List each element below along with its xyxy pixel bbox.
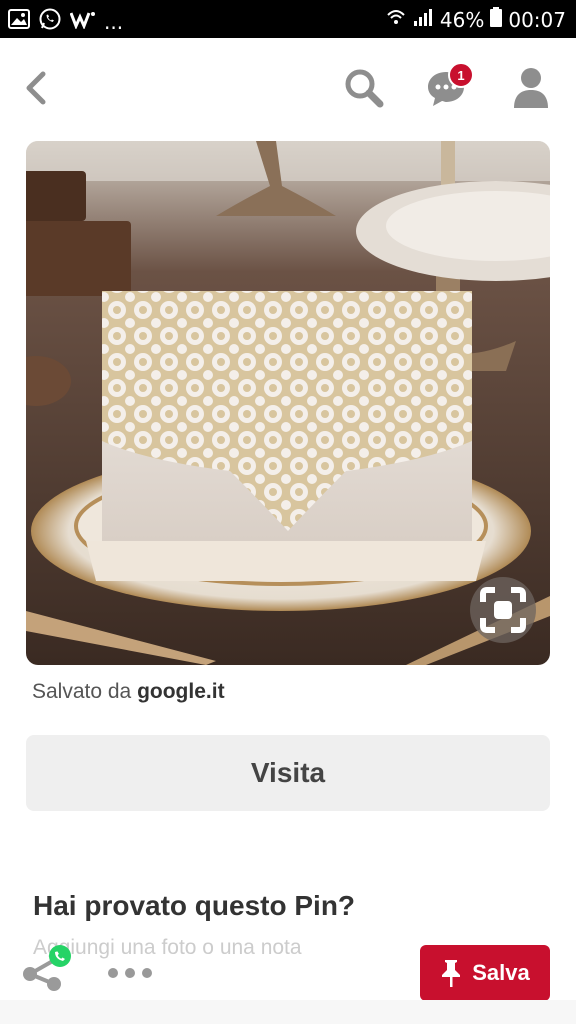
top-navigation: 1 xyxy=(0,38,576,138)
source-domain-link[interactable]: google.it xyxy=(137,680,225,703)
more-options-button[interactable] xyxy=(108,960,152,986)
whatsapp-notification-icon xyxy=(38,7,62,36)
tried-pin-heading: Hai provato questo Pin? xyxy=(33,890,356,921)
more-dot-icon xyxy=(108,968,118,978)
more-dot-icon xyxy=(142,968,152,978)
bottom-fade xyxy=(0,1000,576,1024)
visual-search-button[interactable] xyxy=(470,577,536,643)
search-button[interactable] xyxy=(342,66,386,110)
messages-count-badge: 1 xyxy=(448,62,474,88)
profile-button[interactable] xyxy=(509,66,553,110)
status-bar: ... 46% 00:07 xyxy=(0,0,576,38)
pin-icon xyxy=(442,960,461,987)
battery-icon xyxy=(490,7,503,32)
app-w-notification-icon xyxy=(69,9,96,34)
share-button[interactable] xyxy=(20,944,80,996)
wifi-icon xyxy=(386,7,406,32)
search-icon xyxy=(345,69,384,108)
pin-image[interactable] xyxy=(26,141,550,665)
saved-from-source: Salvato da google.it xyxy=(32,680,225,704)
user-icon xyxy=(514,68,548,108)
clock: 00:07 xyxy=(508,7,566,32)
back-button[interactable] xyxy=(14,66,58,110)
more-notifications-text: ... xyxy=(104,9,124,34)
more-dot-icon xyxy=(125,968,135,978)
wedding-invitation-photo xyxy=(26,141,550,665)
save-button[interactable]: Salva xyxy=(420,945,550,1001)
save-button-label: Salva xyxy=(472,960,530,985)
share-icon xyxy=(23,945,71,991)
visit-button[interactable]: Visita xyxy=(26,735,550,811)
gallery-notification-icon xyxy=(8,9,30,34)
battery-percent: 46% xyxy=(439,7,485,32)
lens-scan-icon xyxy=(480,587,526,633)
saved-from-prefix: Salvato da xyxy=(32,680,138,703)
signal-icon xyxy=(412,7,434,32)
chevron-left-icon xyxy=(26,71,46,105)
messages-button[interactable]: 1 xyxy=(424,62,474,110)
